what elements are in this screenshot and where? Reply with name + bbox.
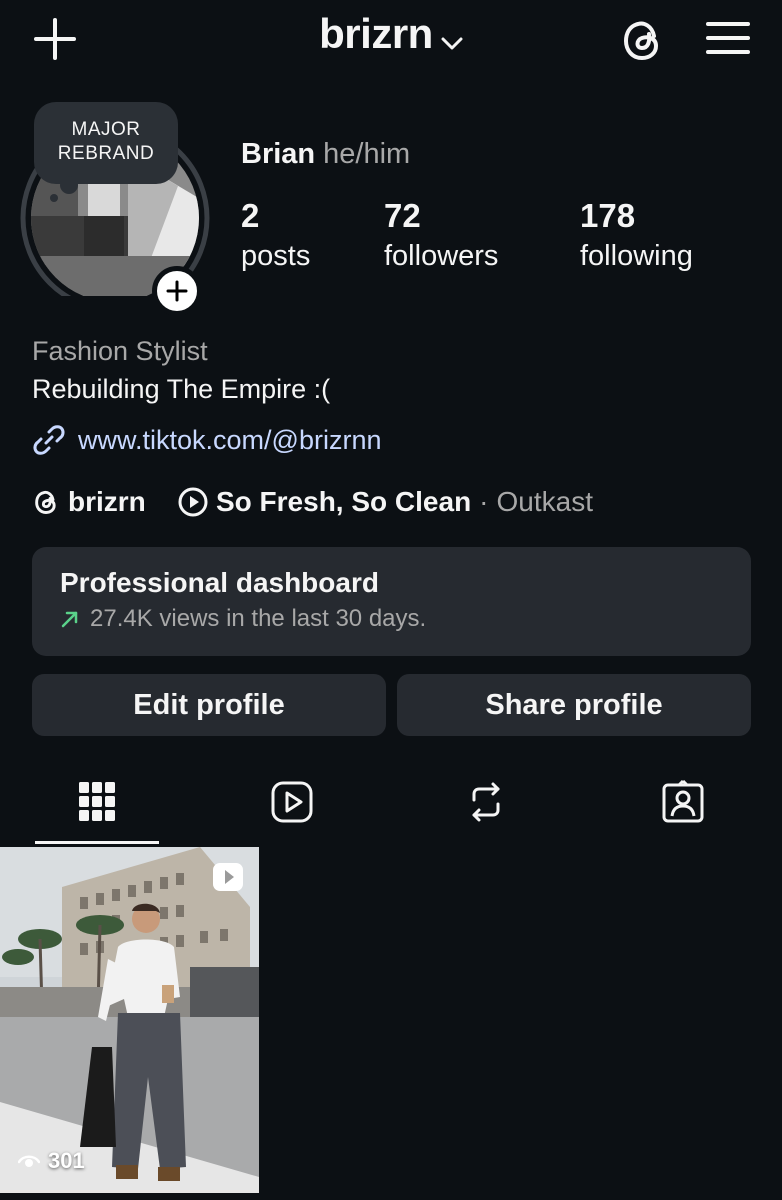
dashboard-subtitle: 27.4K views in the last 30 days. [60,605,723,633]
share-profile-button[interactable]: Share profile [397,674,751,736]
profile-name: Brian he/him [241,138,410,171]
dashboard-views-text: 27.4K views in the last 30 days. [90,605,427,632]
add-story-button[interactable] [152,266,202,316]
note-bubble[interactable]: MAJOR REBRAND [34,102,178,184]
grid-icon [79,782,115,821]
tab-tagged[interactable] [659,778,707,826]
artist-name: Outkast [496,486,593,517]
menu-button[interactable] [704,18,752,58]
followers-label: followers [384,240,499,272]
profile-category: Fashion Stylist [32,336,208,366]
followers-count[interactable]: 72 followers [384,196,498,276]
grid-post-thumbnail[interactable] [0,847,259,1193]
music-separator: · [479,486,489,517]
threads-badge[interactable]: brizrn [32,486,146,518]
note-line-2: REBRAND [57,143,155,164]
pronouns: he/him [323,138,411,170]
active-tab-indicator [35,841,159,844]
post-view-count: 301 [18,1148,85,1174]
bio-text: Rebuilding The Empire :( [32,374,331,404]
edit-profile-button[interactable]: Edit profile [32,674,386,736]
tab-reposts[interactable] [462,778,510,826]
post-views-value: 301 [48,1148,85,1173]
bio-link[interactable]: www.tiktok.com/@brizrnn [32,423,381,457]
reel-badge [212,862,244,892]
note-tail-small [50,194,58,202]
posts-value: 2 [241,197,260,234]
display-name: Brian [241,138,316,170]
dashboard-title: Professional dashboard [60,567,379,598]
eye-icon [18,1155,40,1167]
posts-count: 2 posts [241,196,310,276]
professional-dashboard[interactable]: Professional dashboard 27.4K views in th… [32,547,751,656]
followers-value: 72 [384,197,421,234]
note-line-1: MAJOR [71,119,141,140]
plus-icon [166,280,188,302]
threads-icon [623,21,659,61]
profile-music[interactable]: So Fresh, So Clean · Outkast [178,486,593,518]
play-circle-icon [178,487,208,517]
reels-icon [213,863,243,891]
trending-up-icon [61,611,78,628]
following-count[interactable]: 178 following [580,196,693,276]
threads-handle: brizrn [68,486,146,517]
repost-icon [472,782,500,822]
chevron-down-icon [441,13,463,61]
tab-posts-grid[interactable] [73,778,121,826]
bio-link-text[interactable]: www.tiktok.com/@brizrnn [78,425,381,456]
tagged-icon [662,780,704,823]
threads-button[interactable] [618,16,666,64]
following-label: following [580,240,693,272]
username-title: brizrn [319,10,433,57]
song-title: So Fresh, So Clean [216,486,472,517]
link-icon [33,425,65,455]
posts-label: posts [241,240,311,272]
reels-icon [271,781,313,823]
threads-icon [35,490,56,514]
note-tail [60,176,78,194]
hamburger-menu-icon [706,22,750,54]
tab-reels[interactable] [268,778,316,826]
following-value: 178 [580,197,636,234]
